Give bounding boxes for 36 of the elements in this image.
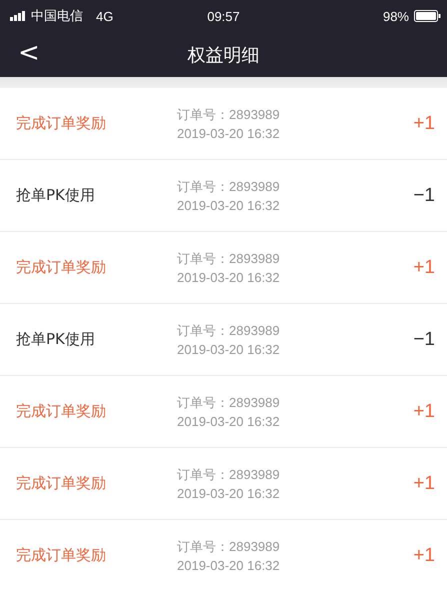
order-number: 订单号：2893989 [177, 394, 281, 412]
battery-icon [414, 10, 441, 22]
record-amount: +1 [413, 400, 435, 422]
record-amount: +1 [413, 472, 435, 494]
record-datetime: 2019-03-20 16:32 [177, 342, 281, 357]
network-type: 4G [96, 8, 114, 24]
record-datetime: 2019-03-20 16:32 [177, 198, 281, 213]
record-label: 完成订单奖励 [16, 114, 107, 133]
status-time: 09:57 [207, 8, 240, 24]
order-number: 订单号：2893989 [177, 538, 281, 556]
order-number: 订单号：2893989 [177, 250, 281, 268]
record-label: 完成订单奖励 [16, 258, 107, 277]
record-amount: −1 [413, 328, 435, 350]
record-amount: −1 [413, 184, 435, 206]
page-title: 权益明细 [188, 44, 260, 66]
order-number: 订单号：2893989 [177, 466, 281, 484]
record-datetime: 2019-03-20 16:32 [177, 558, 281, 573]
record-datetime: 2019-03-20 16:32 [177, 486, 281, 501]
record-datetime: 2019-03-20 16:32 [177, 126, 281, 141]
record-amount: +1 [413, 112, 435, 134]
record-label: 抢单PK使用 [16, 330, 96, 349]
battery-percent: 98% [382, 8, 409, 24]
order-number: 订单号：2893989 [177, 106, 281, 124]
record-label: 完成订单奖励 [16, 402, 107, 421]
record-datetime: 2019-03-20 16:32 [177, 414, 281, 429]
record-label: 抢单PK使用 [16, 186, 96, 205]
record-amount: +1 [413, 256, 435, 278]
back-button[interactable]: < [12, 38, 46, 70]
order-number: 订单号：2893989 [177, 178, 281, 196]
record-datetime: 2019-03-20 16:32 [177, 270, 281, 285]
signal-icon [10, 11, 26, 21]
carrier-name: 中国电信 [31, 7, 83, 25]
record-label: 完成订单奖励 [16, 546, 107, 565]
record-label: 完成订单奖励 [16, 474, 107, 493]
order-number: 订单号：2893989 [177, 322, 281, 340]
record-amount: +1 [413, 544, 435, 566]
